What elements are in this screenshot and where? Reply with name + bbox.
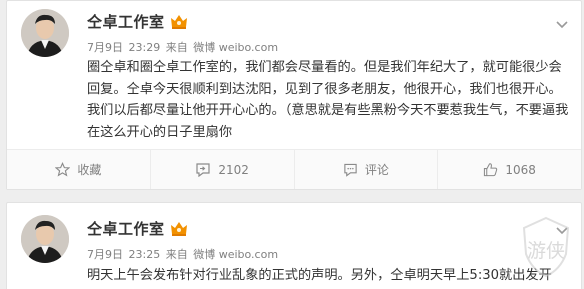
like-count: 1068 [505,162,536,177]
weibo-post-card: 仝卓工作室 7月9日 23:25 来自 微博 weibo.com 明天上午会发布… [6,202,582,289]
post-time[interactable]: 23:29 [129,41,161,54]
favorite-button[interactable]: 收藏 [7,150,151,189]
post-meta: 7月9日 23:25 来自 微博 weibo.com [87,246,280,262]
user-name[interactable]: 仝卓工作室 [87,11,165,32]
watermark-text: 游侠 [527,240,565,262]
post-source[interactable]: 微博 weibo.com [193,248,278,261]
source-prefix: 来自 [165,41,188,54]
thumbs-up-icon [484,163,498,177]
weibo-post-card: 仝卓工作室 7月9日 23:29 来自 微博 weibo.com 圈仝卓和圈仝卓… [6,0,582,190]
comment-label: 评论 [364,163,389,177]
repost-count: 2102 [218,162,249,177]
favorite-label: 收藏 [77,163,102,177]
post-time[interactable]: 23:25 [129,248,161,261]
comment-button[interactable]: 评论 [295,150,439,189]
chevron-down-icon[interactable] [555,15,569,29]
avatar[interactable] [21,215,69,263]
post-date[interactable]: 7月9日 [87,248,123,261]
user-name[interactable]: 仝卓工作室 [87,218,165,239]
site-watermark-logo: 游侠 [516,214,576,280]
repost-button[interactable]: 2102 [151,150,295,189]
post-source[interactable]: 微博 weibo.com [193,41,278,54]
source-prefix: 来自 [165,248,188,261]
star-icon [55,162,71,177]
post-text: 明天上午会发布针对行业乱象的正式的声明。另外，仝卓明天早上5:30就出发开 [87,268,552,283]
vip-badge-icon [170,14,188,30]
like-button[interactable]: 1068 [438,150,581,189]
comment-icon [344,163,357,177]
avatar[interactable] [21,9,69,57]
post-date[interactable]: 7月9日 [87,41,123,54]
repost-icon [196,162,210,177]
vip-badge-icon [170,221,188,237]
post-meta: 7月9日 23:29 来自 微博 weibo.com [87,39,280,55]
post-text: 圈仝卓和圈仝卓工作室的，我们都会尽量看的。但是我们年纪大了，就可能很少会回复。仝… [87,60,569,140]
action-bar: 收藏 2102 评论 1068 [7,149,581,189]
